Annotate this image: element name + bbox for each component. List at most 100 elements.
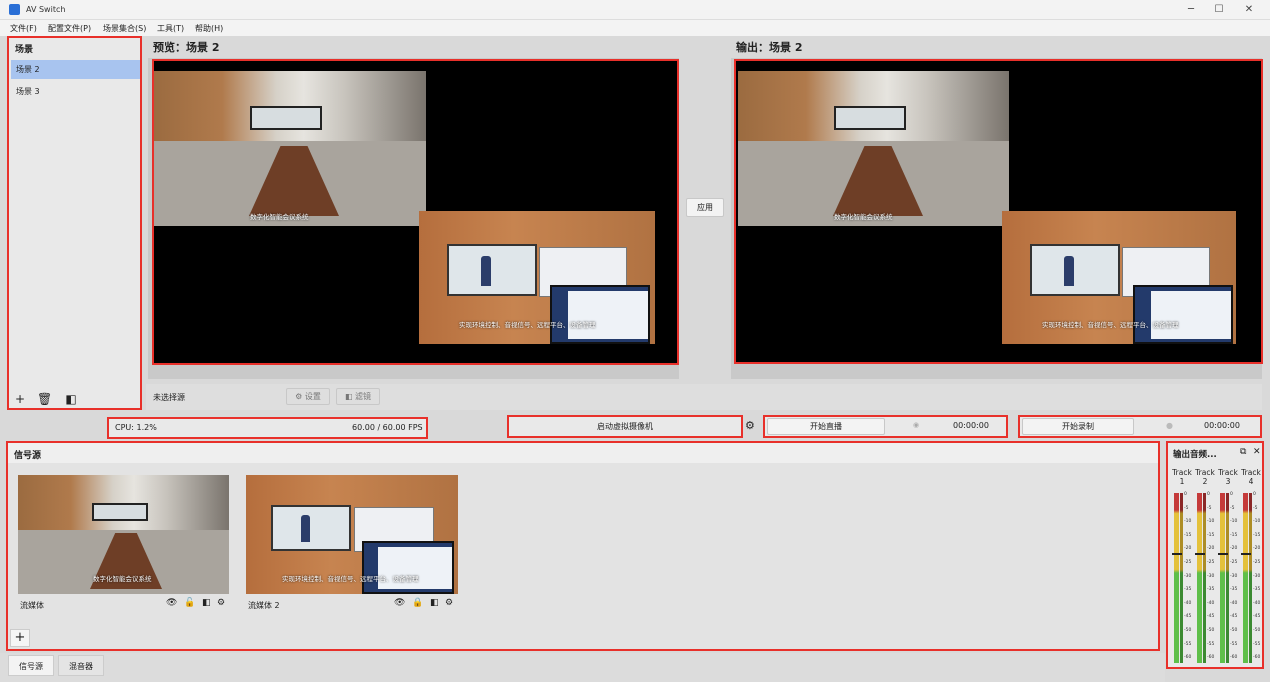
scene-item-3[interactable]: 场景 3	[11, 82, 140, 101]
track-3-meter-right	[1226, 493, 1229, 663]
scale-tick: 0	[1207, 492, 1210, 497]
scale-tick: -25	[1184, 560, 1192, 565]
scale-tick: -40	[1230, 600, 1238, 606]
menu-help[interactable]: 帮助(H)	[195, 23, 223, 34]
delete-scene-icon[interactable]: 🗑	[37, 392, 52, 406]
source-thumbnail-2[interactable]: 实现环境控制、音视信号、远程平台、设备管理	[246, 475, 458, 594]
filter-icon: ◧	[344, 392, 353, 401]
track-3-label: Track 3	[1216, 468, 1240, 486]
gear-icon: ⚙	[295, 392, 303, 401]
track-2-number: 2	[1202, 477, 1208, 486]
scale-tick: -40	[1184, 600, 1192, 606]
tab-sources[interactable]: 信号源	[8, 655, 54, 676]
source-2-settings-icon[interactable]: ⚙	[445, 598, 453, 608]
stream-signal-icon: ◉	[913, 421, 920, 429]
scale-tick: -35	[1207, 587, 1215, 593]
tab-mixer[interactable]: 混音器	[58, 655, 104, 676]
track-4-word: Track	[1241, 468, 1261, 477]
scale-tick: -60	[1207, 655, 1215, 661]
source-settings-button[interactable]: ⚙ 设置	[286, 388, 330, 405]
track-4-fader[interactable]	[1241, 553, 1251, 555]
track-2-meter-right	[1203, 493, 1206, 663]
scene-panel-title: 场景	[15, 45, 34, 55]
cpu-usage: CPU: 1.2%	[115, 423, 157, 432]
menu-file[interactable]: 文件(F)	[10, 23, 37, 34]
track-3-word: Track	[1218, 468, 1238, 477]
scale-tick: -40	[1253, 600, 1261, 606]
track-2-word: Track	[1195, 468, 1215, 477]
source-thumbnail-1[interactable]: 数字化智能会议系统	[18, 475, 229, 594]
scale-tick: -35	[1230, 587, 1238, 593]
window-title: AV Switch	[26, 5, 66, 14]
start-stream-button[interactable]: 开始直播	[767, 418, 885, 435]
add-source-button[interactable]: +	[10, 629, 30, 647]
source-filters-button[interactable]: ◧ 滤镜	[336, 388, 380, 405]
source-1-caption: 数字化智能会议系统	[93, 575, 152, 583]
preview-canvas[interactable]: 数字化智能会议系统 实现环境控制、音视信号、远程平台、设备管理	[152, 59, 679, 365]
scale-tick: -45	[1184, 614, 1192, 620]
virtual-camera-settings-icon[interactable]: ⚙	[745, 419, 755, 432]
close-panel-icon[interactable]: ✕	[1253, 447, 1261, 457]
scale-tick: -25	[1253, 560, 1261, 565]
record-timer: 00:00:00	[1204, 421, 1240, 430]
scale-tick: -25	[1207, 560, 1215, 565]
source-2-visibility-icon[interactable]: 👁	[394, 598, 405, 608]
scale-tick: -15	[1230, 532, 1238, 538]
track-3-fader[interactable]	[1218, 553, 1228, 555]
audio-mixer-panel: 输出音频... ⧉ ✕ Track 1 Track 2 Track 3 Track 4 …	[1166, 441, 1264, 669]
preview-caption-top: 数字化智能会议系统	[250, 213, 309, 221]
preview-layer-room: 数字化智能会议系统	[154, 71, 426, 226]
minimize-icon[interactable]: ─	[1184, 3, 1198, 17]
source-1-lock-icon[interactable]: 🔓	[184, 598, 195, 608]
start-record-button[interactable]: 开始录制	[1022, 418, 1134, 435]
close-icon[interactable]: ✕	[1242, 3, 1256, 17]
scale-tick: -60	[1184, 655, 1192, 661]
output-layer-room: 数字化智能会议系统	[738, 71, 1009, 226]
apply-button[interactable]: 应用	[686, 198, 724, 217]
scale-tick: -20	[1253, 546, 1261, 552]
virtual-camera-label: 启动虚拟摄像机	[597, 422, 653, 431]
scale-tick: -45	[1253, 614, 1261, 620]
scale-tick: -10	[1184, 519, 1192, 525]
source-2-filter-icon[interactable]: ◧	[430, 598, 439, 608]
scene-filter-icon[interactable]: ◧	[64, 392, 78, 406]
source-1-name: 流媒体	[20, 601, 44, 610]
maximize-icon[interactable]: ☐	[1212, 3, 1226, 17]
track-1-fader[interactable]	[1172, 553, 1182, 555]
scene-item-2[interactable]: 场景 2	[11, 60, 140, 79]
scale-tick: -55	[1253, 641, 1261, 647]
track-3-number: 3	[1225, 477, 1231, 486]
scale-tick: -5	[1230, 505, 1235, 511]
track-2-fader[interactable]	[1195, 553, 1205, 555]
source-1-settings-icon[interactable]: ⚙	[217, 598, 225, 608]
menu-tools[interactable]: 工具(T)	[157, 23, 184, 34]
scale-tick: -50	[1184, 628, 1192, 633]
scale-tick: -50	[1230, 628, 1238, 633]
track-1-number: 1	[1179, 477, 1185, 486]
scale-tick: -15	[1253, 532, 1261, 538]
scale-tick: -35	[1253, 587, 1261, 593]
cpu-fps-status: CPU: 1.2% 60.00 / 60.00 FPS	[107, 417, 428, 439]
source-filters-label: 滤镜	[355, 392, 372, 401]
source-1-visibility-icon[interactable]: 👁	[166, 598, 177, 608]
preview-title: 预览：场景 2	[153, 41, 220, 54]
output-canvas: 数字化智能会议系统 实现环境控制、音视信号、远程平台、设备管理	[734, 59, 1263, 364]
stream-control: 开始直播 ◉ 00:00:00	[763, 415, 1008, 438]
scale-tick: -55	[1184, 641, 1192, 647]
track-4-meter-left	[1243, 493, 1248, 663]
scale-tick: 0	[1230, 492, 1233, 497]
source-2-lock-icon[interactable]: 🔒	[412, 598, 423, 608]
track-3-meter-left	[1220, 493, 1225, 663]
menu-scene-collection[interactable]: 场景集合(S)	[103, 23, 146, 34]
scale-tick: -30	[1253, 573, 1261, 579]
source-2-caption: 实现环境控制、音视信号、远程平台、设备管理	[282, 575, 419, 583]
virtual-camera-button[interactable]: 启动虚拟摄像机	[507, 415, 743, 438]
source-1-filter-icon[interactable]: ◧	[202, 598, 211, 608]
scale-tick: 0	[1184, 492, 1187, 497]
undock-icon[interactable]: ⧉	[1240, 447, 1246, 457]
record-control: 开始录制 ● 00:00:00	[1018, 415, 1262, 438]
add-scene-button[interactable]: +	[13, 392, 27, 406]
menu-profile[interactable]: 配置文件(P)	[48, 23, 91, 34]
track-4-label: Track 4	[1239, 468, 1263, 486]
scale-tick: -20	[1207, 546, 1215, 552]
